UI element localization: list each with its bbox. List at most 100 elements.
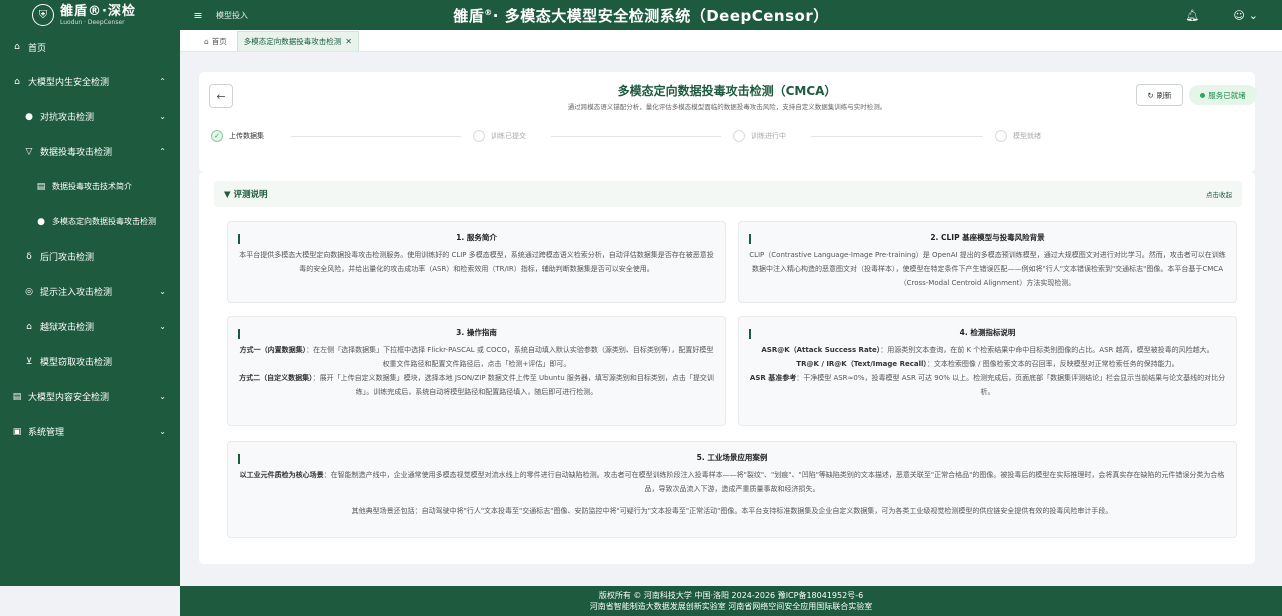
info-box-text: 方式一（内置数据集）：在左侧「选择数据集」下拉框中选择 Flickr-PASCA… [238,343,715,371]
main-content: ← 多模态定向数据投毒攻击检测（CMCA） 通过跨模态语义锚配分析，量化评估多模… [180,52,1274,586]
info-box-operation-guide: 3. 操作指南 方式一（内置数据集）：在左侧「选择数据集」下拉框中选择 Flic… [227,316,726,426]
sidebar-item-label: 后门攻击检测 [40,253,95,263]
case-text: ：在智能制造产线中，企业通常使用多模态视觉模型对流水线上的零件进行自动缺陷检测。… [323,471,1225,493]
chevron-down-icon: ⌄ [159,112,166,121]
sidebar-item-label: 首页 [28,43,47,54]
asr-text: ：用源类别文本查询，在前 K 个检索结果中命中目标类别图像的占比。ASR 越高，… [880,346,1214,354]
info-box-service-intro: 1. 服务简介 本平台提供多模态大模型定向数据投毒攻击检测服务。使用训练好的 C… [227,221,726,303]
sidebar-item[interactable]: ▽ 数据投毒攻击检测 ⌃ [0,134,180,169]
chevron-down-icon: ⌄ [159,322,166,331]
lab-text: 河南省智能制造大数据发展创新实验室 河南省网络空间安全应用国际联合实验室 [589,602,873,611]
sidebar-item[interactable]: ● 对抗攻击检测 ⌄ [0,99,180,134]
info-box-clip-background: 2. CLIP 基座模型与投毒风险背景 CLIP（Contrastive Lan… [738,221,1237,303]
download-icon: ⊻ [25,356,33,367]
page-header-card: ← 多模态定向数据投毒攻击检测（CMCA） 通过跨模态语义锚配分析，量化评估多模… [199,72,1257,172]
step-connector [551,136,721,137]
breadcrumb[interactable]: 模型投入 [216,10,248,21]
baseline-text: ：干净模型 ASR≈0%，投毒模型 ASR 可达 90% 以上。检测完成后，页面… [796,374,1226,396]
shield-logo-icon: ⛨ [32,4,54,26]
step-circle-icon [733,130,745,142]
accent-bar [238,454,240,464]
sidebar-item-label: 大模型内生安全检测 [28,78,110,88]
lock-icon: ⌂ [26,321,32,332]
doc-icon: ▤ [36,181,46,192]
sidebar-item[interactable]: ⊻ 模型窃取攻击检测 [0,344,180,379]
info-box-title: 2. CLIP 基座模型与投毒风险背景 [930,233,1045,242]
recall-label: TR@K / IR@K（Text/Image Recall） [796,360,927,368]
sidebar-item[interactable]: ● 多模态定向数据投毒攻击检测 [0,204,180,239]
sidebar-item-label: 多模态定向数据投毒攻击检测 [52,217,156,226]
info-box-title: 1. 服务简介 [456,233,497,242]
tab-home-label: 首页 [211,36,227,46]
home-icon: ⌂ [14,42,20,52]
user-menu[interactable]: ☺ ⌄ [1233,9,1258,22]
sidebar-item-label: 系统管理 [28,428,65,438]
chevron-down-icon: ⌄ [1248,8,1258,22]
sidebar-item[interactable]: δ 后门攻击检测 [0,239,180,274]
sidebar-item-label: 对抗攻击检测 [40,113,95,123]
info-box-text: CLIP（Contrastive Language-Image Pre-trai… [749,251,1226,287]
progress-steps: ✓ 上传数据集 训练已提交 训练进行中 模型就绪 [211,130,1251,144]
case-label: 以工业元件质检为核心场景 [239,471,324,479]
sidebar-item[interactable]: ⌂ 越狱攻击检测 ⌄ [0,309,180,344]
section-header: ▼ 评测说明 点击收起 [214,181,1242,207]
info-box-title: 3. 操作指南 [456,328,497,337]
sidebar-item-label: 数据投毒攻击技术简介 [52,182,132,191]
tab-strip: ⌂ 首页 多模态定向数据投毒攻击检测 ✕ [180,30,1282,52]
sidebar-item[interactable]: ▣ 系统管理 ⌄ [0,414,180,449]
step-connector [291,136,461,137]
brand[interactable]: ⛨ 雒盾®·深检 Luodun · DeepCenser [0,0,180,30]
info-box-text: 以工业元件质检为核心场景：在智能制造产线中，企业通常使用多模态视觉模型对流水线上… [238,468,1226,496]
close-icon[interactable]: ✕ [345,37,352,46]
info-box-text: 其他典型场景还包括：自动驾驶中将"行人"文本投毒至"交通标志"图像、安防监控中将… [351,507,1113,515]
recall-text: ：文本检索图像 / 图像检索文本的召回率，反映模型对正常检索任务的保持能力。 [926,360,1179,368]
sidebar-item-label: 越狱攻击检测 [40,323,95,333]
method-two-label: 方式二（自定义数据集） [239,374,313,382]
sidebar-item[interactable]: ⌂ 大模型内生安全检测 ⌃ [0,64,180,99]
menu-toggle-icon[interactable]: ≡ [190,9,206,22]
prompt-icon: ◎ [25,286,33,297]
sidebar-item-label: 模型窃取攻击检测 [40,358,113,368]
status-label: 服务已就绪 [1208,90,1246,100]
notification-bell-icon[interactable]: 🔔︎ [1185,9,1199,22]
copyright-text: 版权所有 © 河南科技大学 中国·洛阳 2024-2026 豫ICP备18041… [598,591,864,600]
chevron-up-icon: ⌃ [159,77,166,86]
backdoor-icon: δ [26,251,32,262]
chevron-down-icon: ⌄ [159,392,166,401]
method-one-label: 方式一（内置数据集） [239,346,307,354]
tab-cmca-label: 多模态定向数据投毒攻击检测 [243,37,342,46]
dot-icon: ● [25,111,33,122]
baseline-label: ASR 基准参考 [749,374,797,382]
asr-label: ASR@K（Attack Success Rate） [761,346,881,354]
section-title[interactable]: ▼ 评测说明 [224,188,268,200]
method-one-text: ：在左侧「选择数据集」下拉框中选择 Flickr-PASCAL 或 COCO，系… [306,346,714,368]
info-box-text: ASR@K（Attack Success Rate）：用源类别文本查询，在前 K… [749,343,1226,357]
dot-icon: ● [37,216,45,227]
sidebar-item[interactable]: ▤ 数据投毒攻击技术简介 [0,169,180,204]
sidebar-item[interactable]: ⌂ 首页 [0,30,180,64]
info-box-text: TR@K / IR@K（Text/Image Recall）：文本检索图像 / … [749,357,1226,371]
evaluation-card: ▼ 评测说明 点击收起 1. 服务简介 本平台提供多模态大模型定向数据投毒攻击检… [199,172,1255,564]
avatar-icon: ☺ [1233,8,1245,22]
sidebar-item-label: 大模型内容安全检测 [28,393,110,403]
collapse-link[interactable]: 点击收起 [1206,189,1232,199]
method-two-text: ：展开「上传自定义数据集」模块，选择本地 JSON/ZIP 数据文件上传至 Ub… [312,374,714,396]
refresh-button[interactable]: ↻ 刷新 [1136,84,1183,106]
accent-bar [749,234,751,244]
footer: 版权所有 © 河南科技大学 中国·洛阳 2024-2026 豫ICP备18041… [180,586,1282,616]
home-icon: ⌂ [204,36,209,46]
tab-home[interactable]: ⌂ 首页 [198,31,233,51]
tab-cmca[interactable]: 多模态定向数据投毒攻击检测 ✕ [236,31,359,51]
step-label: 训练已提交 [491,132,526,140]
top-header: ⛨ 雒盾®·深检 Luodun · DeepCenser ≡ 模型投入 雒盾®·… [0,0,1282,30]
refresh-icon: ↻ [1147,90,1154,100]
sidebar-item[interactable]: ▤ 大模型内容安全检测 ⌄ [0,379,180,414]
step-circle-icon [995,130,1007,142]
step-label: 上传数据集 [229,132,264,140]
page-title: 多模态定向数据投毒攻击检测（CMCA） [617,84,837,98]
status-dot-icon [1200,92,1206,98]
info-box-text: ASR 基准参考：干净模型 ASR≈0%，投毒模型 ASR 可达 90% 以上。… [749,371,1226,399]
info-box-text: 本平台提供多模态大模型定向数据投毒攻击检测服务。使用训练好的 CLIP 多模态模… [239,251,714,273]
sidebar-item[interactable]: ◎ 提示注入攻击检测 ⌄ [0,274,180,309]
info-box-metrics: 4. 检测指标说明 ASR@K（Attack Success Rate）：用源类… [738,316,1237,426]
